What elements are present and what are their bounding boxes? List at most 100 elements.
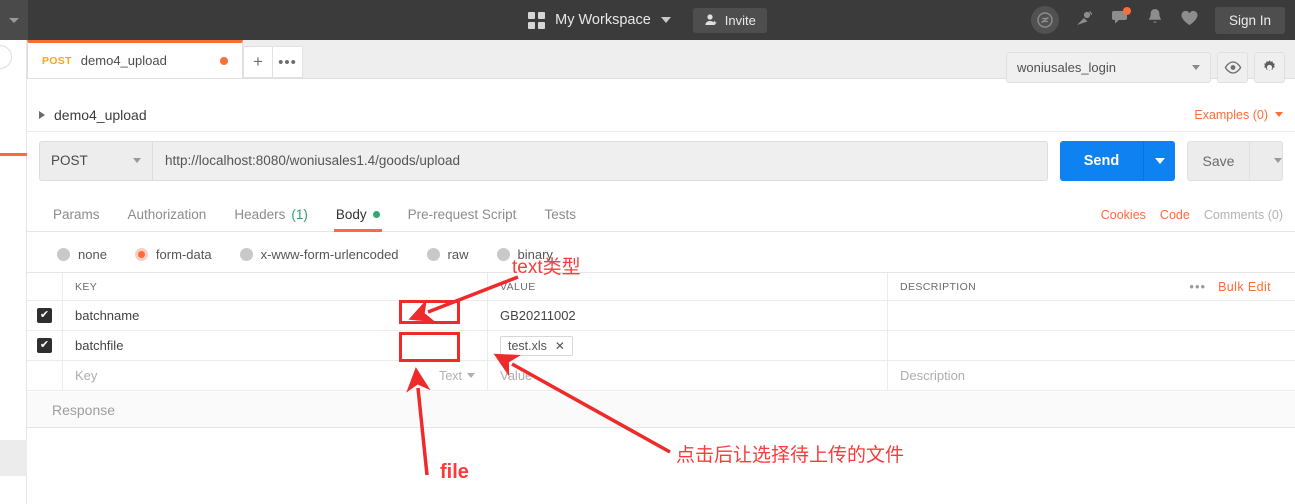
cookies-link[interactable]: Cookies (1101, 208, 1146, 222)
chevron-down-icon (1274, 158, 1282, 163)
body-type-x-www-form-urlencoded[interactable]: x-www-form-urlencoded (239, 246, 399, 262)
settings-button[interactable] (1254, 52, 1285, 83)
gear-icon (1264, 60, 1275, 71)
header-description-label: DESCRIPTION (900, 280, 977, 293)
new-row-key-placeholder: Key (75, 368, 98, 383)
satellite-icon[interactable] (1075, 8, 1095, 33)
table-row: ✔ batchfile test.xls ✕ (27, 331, 1295, 361)
row-checkbox-cell: ✔ (27, 301, 63, 330)
save-options-button[interactable] (1249, 140, 1283, 181)
chevron-down-icon (1192, 65, 1200, 70)
send-options-button[interactable] (1143, 140, 1175, 181)
row-key-input[interactable]: batchfile (63, 331, 488, 360)
workspace-name[interactable]: My Workspace (555, 12, 651, 28)
body-type-radio-group: none form-data x-www-form-urlencoded raw… (27, 238, 1295, 270)
bell-icon[interactable] (1146, 8, 1164, 32)
selected-file-chip[interactable]: test.xls ✕ (500, 335, 573, 356)
request-section-tabs: Params Authorization Headers (1) Body Pr… (27, 198, 1295, 232)
new-tab-button[interactable]: + (243, 46, 273, 78)
radio-selected-icon (134, 247, 148, 261)
row-description-input[interactable] (888, 301, 1295, 330)
body-type-x-www-form-urlencoded-label: x-www-form-urlencoded (260, 246, 399, 262)
sync-off-icon[interactable] (1030, 6, 1059, 34)
notification-badge (1122, 7, 1131, 15)
url-input[interactable]: http://localhost:8080/woniusales1.4/good… (152, 140, 1048, 181)
http-method-select[interactable]: POST (39, 140, 152, 181)
comment-icon[interactable] (1111, 7, 1131, 32)
tab-params[interactable]: Params (39, 198, 114, 232)
row-checkbox[interactable]: ✔ (37, 338, 52, 353)
request-tab-demo4-upload[interactable]: POST demo4_upload (27, 40, 243, 78)
tab-authorization-label: Authorization (127, 207, 207, 222)
row-key-value: batchfile (75, 338, 124, 353)
row-value-file-cell[interactable]: test.xls ✕ (488, 331, 888, 360)
rail-scroll-thumb[interactable] (0, 440, 27, 476)
body-has-content-dot-icon (372, 211, 380, 218)
tab-headers[interactable]: Headers (1) (220, 198, 322, 232)
http-method-label: POST (51, 153, 88, 168)
examples-dropdown[interactable]: Examples (0) (1194, 108, 1283, 122)
environment-quick-look-button[interactable] (1217, 52, 1248, 83)
new-row-value-placeholder: Value (500, 368, 533, 383)
comments-link[interactable]: Comments (0) (1204, 208, 1283, 222)
request-name: demo4_upload (54, 106, 147, 123)
chevron-down-icon (1154, 157, 1165, 164)
tab-pre-request-script[interactable]: Pre-request Script (394, 198, 531, 232)
eye-icon (1224, 61, 1241, 74)
tab-options-button[interactable]: ••• (273, 46, 303, 78)
response-section-header: Response (27, 392, 1295, 428)
tab-tests[interactable]: Tests (530, 198, 590, 232)
table-options-button[interactable]: ••• (1189, 279, 1206, 294)
unsaved-changes-dot-icon (220, 56, 228, 65)
table-row: ✔ batchname GB20211002 (27, 301, 1295, 331)
body-type-none[interactable]: none (57, 247, 107, 262)
remove-file-icon[interactable]: ✕ (555, 339, 565, 353)
body-type-raw[interactable]: raw (426, 247, 469, 262)
url-value: http://localhost:8080/woniusales1.4/good… (165, 153, 460, 168)
tab-pre-request-script-label: Pre-request Script (407, 207, 517, 222)
value-type-label: Text (439, 368, 462, 383)
heart-icon[interactable] (1180, 9, 1199, 32)
row-key-input[interactable]: batchname (63, 301, 488, 330)
top-header: My Workspace Invite Sign In (0, 0, 1295, 40)
chevron-down-icon[interactable] (660, 17, 671, 23)
postman-window: My Workspace Invite Sign In POST demo4_u… (0, 0, 1295, 504)
body-type-binary[interactable]: binary (496, 247, 553, 262)
header-description: DESCRIPTION ••• Bulk Edit (888, 273, 1295, 300)
value-type-select[interactable]: Text (439, 369, 475, 383)
user-add-icon (705, 14, 716, 25)
environment-select[interactable]: woniusales_login (1006, 52, 1211, 83)
invite-button[interactable]: Invite (692, 7, 767, 33)
annotation-label-click-file: 点击后让选择待上传的文件 (676, 445, 905, 466)
new-row-key-input[interactable]: Key Text (63, 361, 488, 390)
body-type-form-data-label: form-data (155, 246, 212, 262)
response-title: Response (52, 401, 116, 418)
tab-title: demo4_upload (80, 53, 167, 68)
header-value: VALUE (488, 273, 888, 300)
invite-label: Invite (724, 12, 756, 28)
code-link[interactable]: Code (1160, 208, 1190, 222)
chevron-down-icon (1275, 112, 1283, 117)
tab-body[interactable]: Body (322, 198, 394, 232)
tab-method-label: POST (42, 54, 72, 67)
radio-icon (239, 247, 253, 261)
chevron-right-icon[interactable] (39, 110, 45, 119)
sign-in-button[interactable]: Sign In (1214, 6, 1285, 34)
save-button[interactable]: Save (1187, 140, 1249, 181)
bulk-edit-button[interactable]: Bulk Edit (1218, 280, 1271, 294)
examples-label: Examples (0) (1194, 107, 1268, 122)
row-checkbox[interactable]: ✔ (37, 308, 52, 323)
tab-tests-label: Tests (544, 207, 576, 222)
row-value-input[interactable]: GB20211002 (488, 301, 888, 330)
send-button[interactable]: Send (1060, 140, 1143, 181)
radio-icon (496, 247, 510, 261)
environment-selected-label: woniusales_login (1017, 60, 1117, 75)
new-row-value-input[interactable]: Value (488, 361, 888, 390)
new-row-description-input[interactable]: Description (888, 361, 1295, 390)
row-key-value: batchname (75, 308, 140, 323)
request-url-row: POST http://localhost:8080/woniusales1.4… (27, 132, 1295, 189)
body-type-form-data[interactable]: form-data (134, 246, 212, 262)
row-description-input[interactable] (888, 331, 1295, 360)
tab-authorization[interactable]: Authorization (114, 198, 221, 232)
form-data-table: KEY VALUE DESCRIPTION ••• Bulk Edit ✔ ba… (27, 272, 1295, 391)
